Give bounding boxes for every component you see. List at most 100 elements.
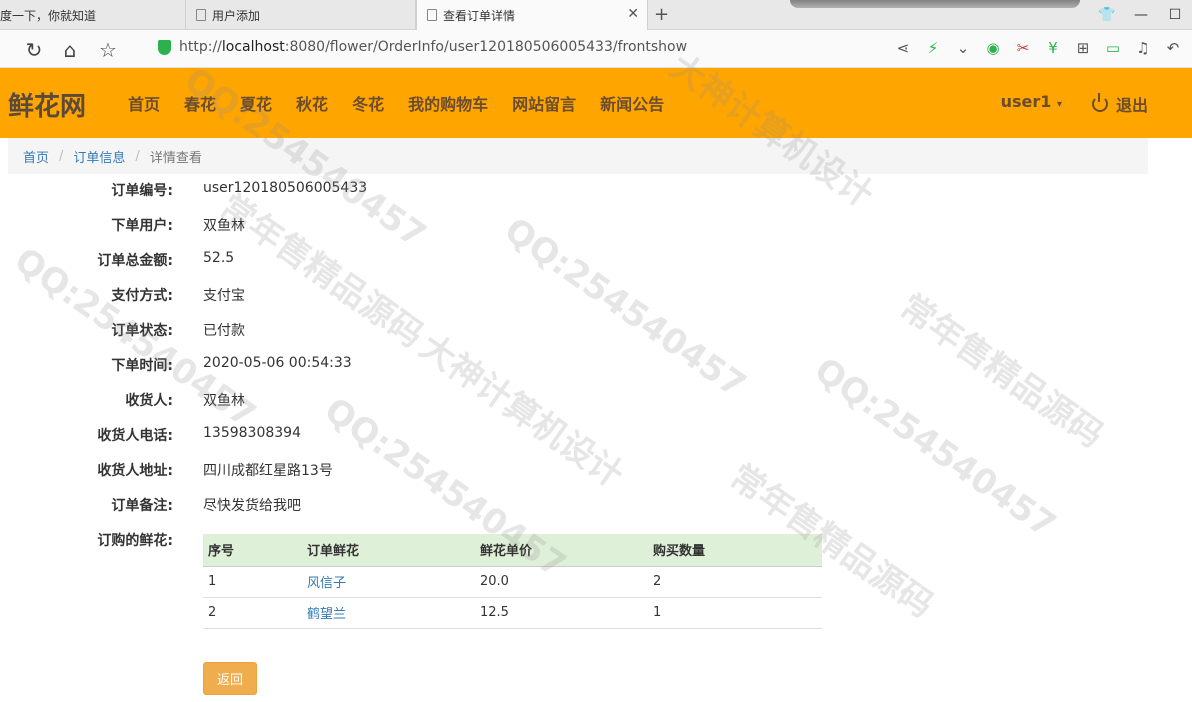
maximize-icon[interactable]: ☐ <box>1158 0 1192 30</box>
field-value: 双鱼林 <box>203 218 245 234</box>
headphones-icon[interactable]: ♫ <box>1130 39 1156 57</box>
browser-toolbar: ⋖ ⚡ ⌄ ◉ ✂ ¥ ⊞ ▭ ♫ ↶ <box>890 39 1186 57</box>
field-row: 订单编号: user120180506005433 <box>0 174 900 204</box>
address-bar: ↻ ⌂ ☆ http://localhost:8080/flower/Order… <box>0 30 1192 68</box>
table-row: 1 风信子 20.0 2 <box>203 566 822 598</box>
money-icon[interactable]: ¥ <box>1040 39 1066 57</box>
field-label: 收货人地址: <box>97 463 173 479</box>
tab-label: 查看订单详情 <box>443 8 516 23</box>
tab-order-detail[interactable]: 查看订单详情 ✕ <box>416 0 648 30</box>
star-icon[interactable]: ☆ <box>96 38 120 62</box>
field-row: 收货人电话: 13598308394 <box>0 419 900 449</box>
field-label: 支付方式: <box>111 288 173 304</box>
field-value: 四川成都红星路13号 <box>203 463 333 479</box>
field-label: 订单总金额: <box>97 253 173 269</box>
cell-price: 20.0 <box>475 566 648 598</box>
field-value: 尽快发货给我吧 <box>203 498 301 514</box>
wechat-icon[interactable]: ◉ <box>980 39 1006 57</box>
watermark: 常年售精品源码 <box>892 286 1111 456</box>
cell-qty: 2 <box>648 566 822 598</box>
caret-down-icon: ▾ <box>1056 99 1062 110</box>
field-value: 2020-05-06 00:54:33 <box>203 355 352 371</box>
breadcrumb-current: 详情查看 <box>149 150 202 166</box>
user-menu[interactable]: user1 ▾ <box>1001 92 1062 111</box>
nav-messages[interactable]: 网站留言 <box>500 91 588 115</box>
nav-cart[interactable]: 我的购物车 <box>396 91 500 115</box>
main-nav: 首页 春花 夏花 秋花 冬花 我的购物车 网站留言 新闻公告 <box>116 68 676 138</box>
nav-autumn[interactable]: 秋花 <box>284 91 340 115</box>
share-icon[interactable]: ⋖ <box>890 39 916 57</box>
field-label: 收货人: <box>125 393 173 409</box>
refresh-icon[interactable]: ↻ <box>22 38 46 62</box>
user-name: user1 <box>1000 92 1052 111</box>
breadcrumb: 首页 / 订单信息 / 详情查看 <box>8 138 1148 174</box>
cell-flower: 鹤望兰 <box>302 597 475 629</box>
flower-link[interactable]: 鹤望兰 <box>307 607 346 622</box>
field-row: 订单状态: 已付款 <box>0 314 900 344</box>
field-label: 订单编号: <box>111 183 173 199</box>
breadcrumb-separator: / <box>59 148 64 164</box>
cell-flower: 风信子 <box>302 566 475 598</box>
table-header-row: 序号 订单鲜花 鲜花单价 购买数量 <box>203 534 822 567</box>
field-label: 订购的鲜花: <box>97 533 173 549</box>
breadcrumb-orders[interactable]: 订单信息 <box>73 147 125 166</box>
security-shield-icon <box>158 39 171 55</box>
nav-spring[interactable]: 春花 <box>172 91 228 115</box>
field-row: 订单备注: 尽快发货给我吧 <box>0 489 900 519</box>
cell-no: 2 <box>203 597 302 629</box>
column-header: 序号 <box>203 534 302 567</box>
home-icon[interactable]: ⌂ <box>58 38 82 62</box>
breadcrumb-separator: / <box>135 148 140 164</box>
field-value: 双鱼林 <box>203 393 245 409</box>
field-row: 收货人地址: 四川成都红星路13号 <box>0 454 900 484</box>
url-field[interactable]: http://localhost:8080/flower/OrderInfo/u… <box>158 39 687 55</box>
logout-link[interactable]: 退出 <box>1091 92 1148 116</box>
field-label: 订单备注: <box>111 498 173 514</box>
page-icon <box>427 9 437 21</box>
field-row: 订单总金额: 52.5 <box>0 244 900 274</box>
field-label: 下单用户: <box>111 218 173 234</box>
close-tab-icon[interactable]: ✕ <box>627 6 639 22</box>
column-header: 订单鲜花 <box>302 534 475 567</box>
brand-logo[interactable]: 鲜花网 <box>8 86 86 123</box>
site-header: 鲜花网 首页 春花 夏花 秋花 冬花 我的购物车 网站留言 新闻公告 user1… <box>0 68 1192 138</box>
logout-label: 退出 <box>1115 96 1148 115</box>
new-tab-icon[interactable]: + <box>654 4 669 25</box>
nav-winter[interactable]: 冬花 <box>340 91 396 115</box>
field-row: 支付方式: 支付宝 <box>0 279 900 309</box>
field-row: 下单时间: 2020-05-06 00:54:33 <box>0 349 900 379</box>
browser-tab-bar: 度一下，你就知道 用户添加 查看订单详情 ✕ + 👕 — ☐ <box>0 0 1192 30</box>
scissors-icon[interactable]: ✂ <box>1010 39 1036 57</box>
nav-news[interactable]: 新闻公告 <box>588 91 676 115</box>
tab-baidu[interactable]: 度一下，你就知道 <box>0 0 186 30</box>
cell-qty: 1 <box>648 597 822 629</box>
power-icon <box>1091 93 1108 112</box>
order-items-table: 序号 订单鲜花 鲜花单价 购买数量 1 风信子 20.0 2 2 鹤望兰 12.… <box>203 534 822 629</box>
flower-link[interactable]: 风信子 <box>307 576 346 591</box>
field-row: 下单用户: 双鱼林 <box>0 209 900 239</box>
field-label: 订单状态: <box>111 323 173 339</box>
apps-icon[interactable]: ⊞ <box>1070 39 1096 57</box>
minimize-icon[interactable]: — <box>1124 0 1158 30</box>
field-label: 收货人电话: <box>97 428 173 444</box>
field-value: 已付款 <box>203 323 245 339</box>
shirt-icon[interactable]: 👕 <box>1090 0 1124 30</box>
field-value: 支付宝 <box>203 288 245 304</box>
back-icon[interactable]: ↶ <box>1160 39 1186 57</box>
field-row: 收货人: 双鱼林 <box>0 384 900 414</box>
page-icon <box>196 9 206 21</box>
lightning-icon[interactable]: ⚡ <box>920 39 946 57</box>
back-button[interactable]: 返回 <box>203 662 257 695</box>
cell-price: 12.5 <box>475 597 648 629</box>
url-host: localhost <box>221 39 285 55</box>
battery-icon[interactable]: ▭ <box>1100 39 1126 57</box>
overlay-shadow <box>790 0 1080 8</box>
breadcrumb-home[interactable]: 首页 <box>23 147 49 166</box>
nav-summer[interactable]: 夏花 <box>228 91 284 115</box>
column-header: 购买数量 <box>648 534 822 567</box>
chevron-down-icon[interactable]: ⌄ <box>950 39 976 57</box>
tab-user-add[interactable]: 用户添加 <box>186 0 416 30</box>
nav-home[interactable]: 首页 <box>116 91 172 115</box>
field-value: 13598308394 <box>203 425 301 441</box>
tab-label: 度一下，你就知道 <box>0 8 97 23</box>
